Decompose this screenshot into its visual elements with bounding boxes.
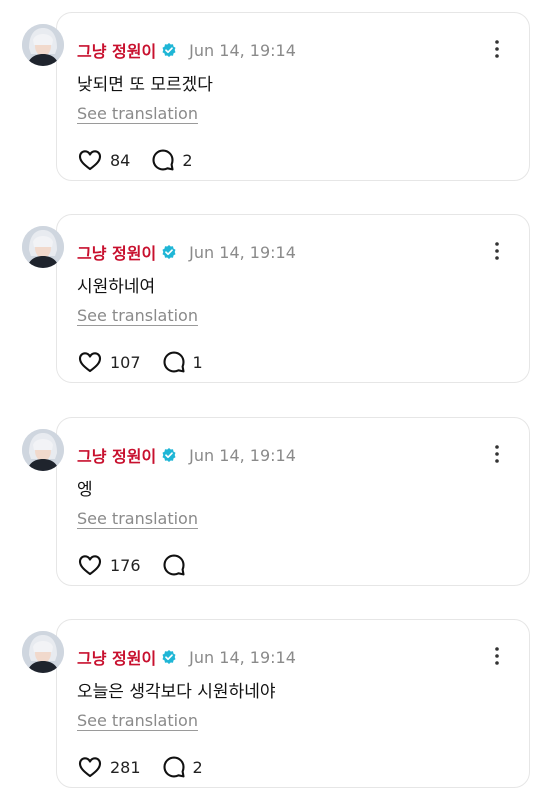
- avatar[interactable]: [22, 429, 64, 471]
- post-actions: 176: [78, 553, 227, 577]
- post-timestamp: Jun 14, 19:14: [189, 647, 296, 667]
- reply-button[interactable]: 2: [162, 756, 205, 778]
- reply-count: 2: [192, 757, 203, 777]
- post-timestamp: Jun 14, 19:14: [189, 445, 296, 465]
- post-timestamp: Jun 14, 19:14: [189, 40, 296, 60]
- like-button[interactable]: 176: [78, 554, 141, 576]
- reply-bubble-icon: [152, 149, 174, 171]
- see-translation-link[interactable]: See translation: [77, 509, 198, 528]
- heart-icon: [78, 150, 102, 171]
- author-name[interactable]: 그냥 정원이: [77, 240, 156, 264]
- reply-button[interactable]: 2: [152, 149, 194, 171]
- like-button[interactable]: 84: [78, 149, 130, 171]
- avatar[interactable]: [22, 24, 64, 66]
- more-options-icon[interactable]: [488, 645, 506, 667]
- reply-button[interactable]: 1: [162, 351, 205, 373]
- heart-icon: [78, 352, 102, 373]
- see-translation-link[interactable]: See translation: [77, 711, 198, 730]
- more-options-icon[interactable]: [488, 38, 506, 60]
- post: 그냥 정원이 Jun 14, 19:14 엥 See translation 1…: [0, 415, 552, 605]
- post-timestamp: Jun 14, 19:14: [189, 242, 296, 262]
- reply-bubble-icon: [162, 554, 185, 576]
- post: 그냥 정원이 Jun 14, 19:14 낮되면 또 모르겠다 See tran…: [0, 10, 552, 200]
- more-options-icon[interactable]: [488, 443, 506, 465]
- like-count: 84: [110, 150, 131, 170]
- heart-icon: [78, 757, 102, 778]
- post-text: 낮되면 또 모르겠다: [77, 75, 213, 95]
- post-actions: 281 2: [78, 755, 227, 779]
- post-text: 시원하네여: [77, 277, 156, 297]
- verified-badge-icon: [161, 649, 177, 665]
- author-name[interactable]: 그냥 정원이: [77, 38, 156, 62]
- post-actions: 84 2: [78, 148, 216, 172]
- post-text: 오늘은 생각보다 시원하네야: [77, 682, 276, 702]
- reply-count: 1: [192, 352, 203, 372]
- post-header: 그냥 정원이 Jun 14, 19:14: [77, 38, 296, 62]
- see-translation-link[interactable]: See translation: [77, 104, 198, 123]
- see-translation-link[interactable]: See translation: [77, 306, 198, 325]
- post-actions: 107 1: [78, 350, 227, 374]
- post-header: 그냥 정원이 Jun 14, 19:14: [77, 645, 296, 669]
- verified-badge-icon: [161, 244, 177, 260]
- reply-count: 2: [182, 150, 193, 170]
- reply-button[interactable]: [162, 554, 205, 576]
- like-count: 107: [110, 352, 141, 372]
- verified-badge-icon: [161, 447, 177, 463]
- post-text: 엥: [77, 480, 93, 500]
- like-button[interactable]: 281: [78, 756, 141, 778]
- avatar[interactable]: [22, 226, 64, 268]
- heart-icon: [78, 555, 102, 576]
- like-button[interactable]: 107: [78, 351, 141, 373]
- reply-bubble-icon: [162, 351, 185, 373]
- post: 그냥 정원이 Jun 14, 19:14 오늘은 생각보다 시원하네야 See …: [0, 617, 552, 807]
- like-count: 281: [110, 757, 141, 777]
- post: 그냥 정원이 Jun 14, 19:14 시원하네여 See translati…: [0, 212, 552, 402]
- post-header: 그냥 정원이 Jun 14, 19:14: [77, 443, 296, 467]
- author-name[interactable]: 그냥 정원이: [77, 645, 156, 669]
- more-options-icon[interactable]: [488, 240, 506, 262]
- post-header: 그냥 정원이 Jun 14, 19:14: [77, 240, 296, 264]
- reply-bubble-icon: [162, 756, 185, 778]
- thread-feed: 그냥 정원이 Jun 14, 19:14 낮되면 또 모르겠다 See tran…: [0, 0, 552, 800]
- like-count: 176: [110, 555, 141, 575]
- verified-badge-icon: [161, 42, 177, 58]
- avatar[interactable]: [22, 631, 64, 673]
- author-name[interactable]: 그냥 정원이: [77, 443, 156, 467]
